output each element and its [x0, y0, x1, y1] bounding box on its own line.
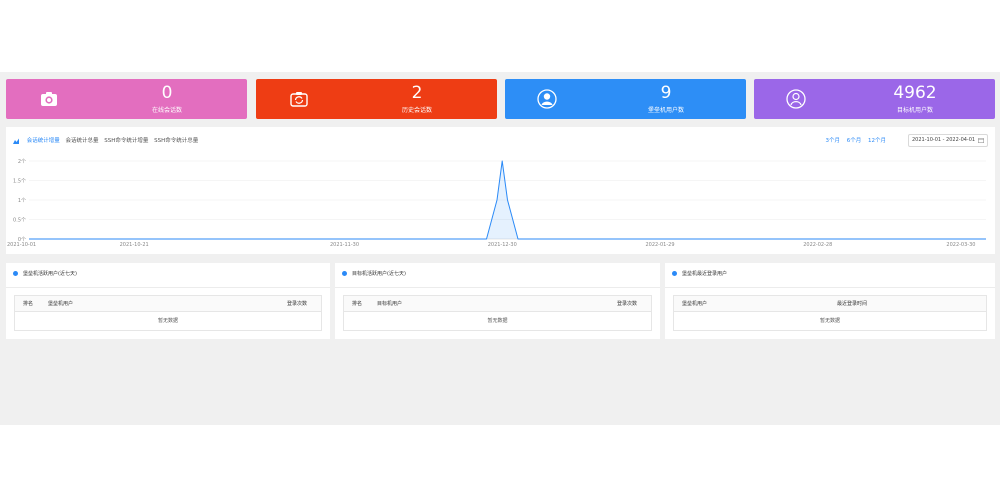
- column-header[interactable]: 排名: [23, 296, 33, 312]
- divider: [335, 287, 660, 288]
- stat-value: 0: [161, 83, 173, 103]
- bastion-recent-logins-panel: 堡垒机最近登录用户 堡垒机用户 最近登录时间 暂无数据: [665, 263, 995, 339]
- range-buttons: 3个月 6个月 12个月: [821, 136, 887, 146]
- tab-ssh-total[interactable]: SSH命令统计总量: [154, 138, 198, 144]
- y-tick-label: 0.5个: [13, 218, 26, 224]
- panel-header: 堡垒机最近登录用户: [672, 269, 727, 279]
- stat-value: 9: [660, 83, 672, 103]
- column-header[interactable]: 最近登录时间: [837, 296, 867, 312]
- range-6-months[interactable]: 6个月: [847, 138, 862, 144]
- stat-card-online-sessions[interactable]: 0 在线会话数: [6, 79, 247, 119]
- stat-card-history-sessions[interactable]: 2 历史会话数: [256, 79, 497, 119]
- x-tick-label: 2021-12-30: [488, 242, 517, 248]
- y-tick-label: 1.5个: [13, 179, 26, 185]
- camera-rotate-icon: [290, 92, 308, 107]
- camera-icon: [41, 92, 57, 106]
- panel-title: 堡垒机最近登录用户: [682, 271, 728, 277]
- range-12-months[interactable]: 12个月: [868, 138, 886, 144]
- column-header[interactable]: 堡垒机用户: [682, 296, 707, 312]
- data-table: 排名 堡垒机用户 登录次数 暂无数据: [14, 295, 322, 331]
- stat-value: 4962: [893, 83, 937, 103]
- x-tick-label: 2021-10-01: [7, 242, 36, 248]
- range-3-months[interactable]: 3个月: [826, 138, 841, 144]
- stat-value: 2: [411, 83, 423, 103]
- column-header[interactable]: 排名: [352, 296, 362, 312]
- panel-title: 堡垒机活跃用户(近七天): [23, 271, 77, 277]
- y-tick-label: 2个: [18, 159, 26, 165]
- empty-state: 暂无数据: [157, 318, 178, 324]
- stat-label: 在线会话数: [151, 107, 182, 114]
- panel-header: 目标机活跃用户(近七天): [342, 269, 406, 279]
- divider: [6, 287, 330, 288]
- x-tick-label: 2022-01-29: [645, 242, 674, 248]
- empty-state: 暂无数据: [819, 318, 840, 324]
- data-table: 排名 目标机用户 登录次数 暂无数据: [343, 295, 652, 331]
- tab-session-total[interactable]: 会话统计总量: [66, 138, 99, 144]
- clock-icon: [672, 271, 677, 276]
- x-tick-label: 2021-11-30: [330, 242, 359, 248]
- panel-title: 目标机活跃用户(近七天): [352, 271, 406, 277]
- x-tick-label: 2021-10-21: [120, 242, 149, 248]
- column-header[interactable]: 目标机用户: [377, 296, 402, 312]
- divider: [665, 287, 995, 288]
- user-icon: [537, 89, 557, 109]
- table-header: 排名 目标机用户 登录次数: [344, 296, 651, 312]
- target-icon: [342, 271, 347, 276]
- table-header: 堡垒机用户 最近登录时间: [674, 296, 986, 312]
- x-tick-label: 2022-03-30: [946, 242, 975, 248]
- date-range-picker[interactable]: 2021-10-01 - 2022-04-01: [908, 134, 988, 147]
- session-chart-panel: 会话统计增量 会话统计总量 SSH命令统计增量 SSH命令统计总量 3个月 6个…: [6, 127, 995, 254]
- column-header[interactable]: 堡垒机用户: [48, 296, 73, 312]
- empty-state: 暂无数据: [487, 318, 508, 324]
- y-tick-label: 1个: [18, 198, 26, 204]
- bastion-active-users-panel: 堡垒机活跃用户(近七天) 排名 堡垒机用户 登录次数 暂无数据: [6, 263, 330, 339]
- tab-session-increment[interactable]: 会话统计增量: [27, 138, 60, 144]
- stat-card-target-users[interactable]: 4962 目标机用户数: [754, 79, 995, 119]
- calendar-icon: [978, 138, 984, 143]
- session-line-chart: 0个0.5个1个1.5个2个2021-10-01 2021-10-21 2021-1…: [7, 159, 986, 248]
- x-tick-label: 2022-02-28: [803, 242, 832, 248]
- table-header: 排名 堡垒机用户 登录次数: [15, 296, 321, 312]
- stat-card-bastion-users[interactable]: 9 堡垒机用户数: [505, 79, 746, 119]
- chart-tabs: 会话统计增量 会话统计总量 SSH命令统计增量 SSH命令统计总量: [13, 136, 202, 146]
- data-table: 堡垒机用户 最近登录时间 暂无数据: [673, 295, 987, 331]
- target-active-users-panel: 目标机活跃用户(近七天) 排名 目标机用户 登录次数 暂无数据: [335, 263, 660, 339]
- user-circle-icon: [13, 271, 18, 276]
- stat-label: 历史会话数: [401, 107, 432, 114]
- stat-label: 目标机用户数: [896, 107, 933, 114]
- date-range-value: 2021-10-01 - 2022-04-01: [912, 137, 976, 143]
- chart-area-icon: [13, 138, 19, 144]
- panel-header: 堡垒机活跃用户(近七天): [13, 269, 77, 279]
- dashboard: 0 在线会话数 2 历史会话数 9 堡垒机用户数 4962 目标机用户数 会话统…: [0, 72, 1000, 425]
- stat-label: 堡垒机用户数: [647, 107, 684, 114]
- column-header[interactable]: 登录次数: [287, 296, 307, 312]
- tab-ssh-increment[interactable]: SSH命令统计增量: [104, 138, 148, 144]
- column-header[interactable]: 登录次数: [617, 296, 637, 312]
- user-outline-icon: [786, 89, 806, 109]
- stat-cards: 0 在线会话数 2 历史会话数 9 堡垒机用户数 4962 目标机用户数: [6, 79, 995, 119]
